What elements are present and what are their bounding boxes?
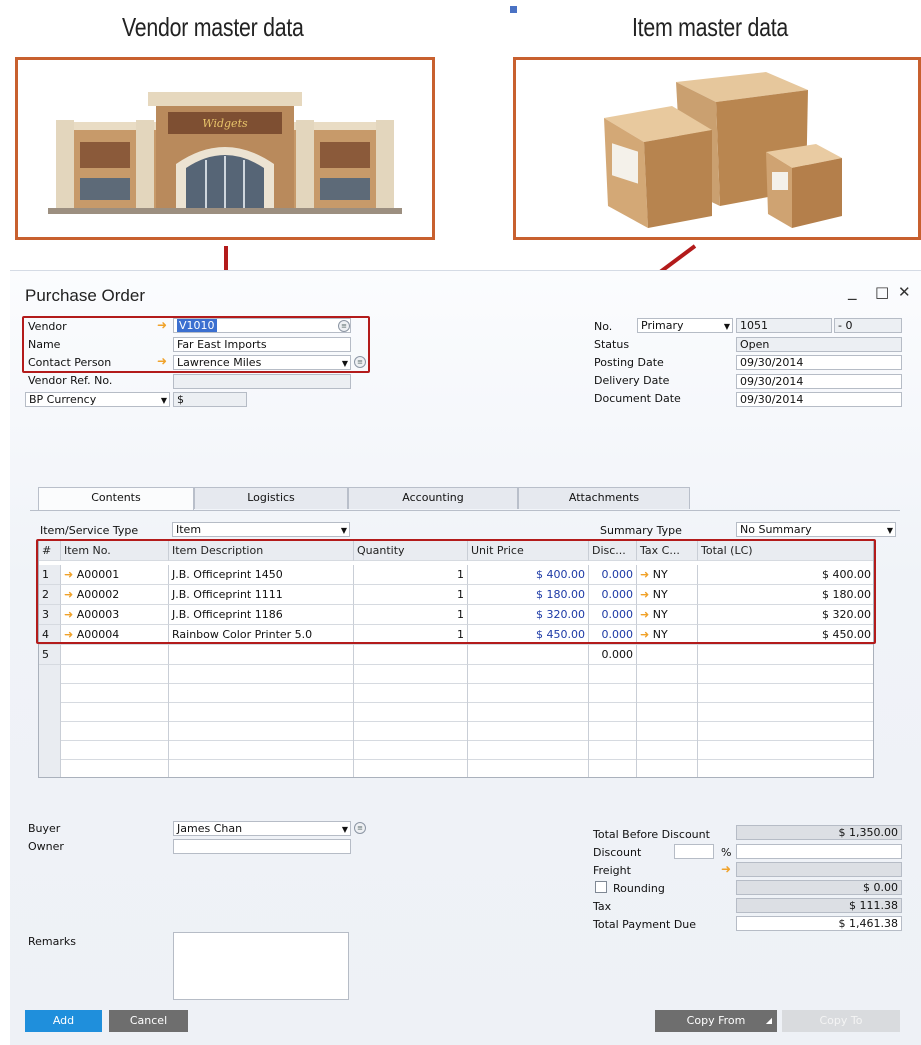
tax-label: Tax [593, 900, 612, 913]
doc-number-label: No. [594, 320, 613, 333]
column-divider [636, 665, 637, 777]
discount-label: Discount [593, 846, 642, 859]
buyer-label: Buyer [28, 822, 61, 835]
column-divider [353, 665, 354, 777]
total-before-discount-label: Total Before Discount [593, 828, 710, 841]
series-select[interactable]: Primary ▼ [637, 318, 733, 333]
column-divider [467, 665, 468, 777]
item-service-type-value: Item [176, 523, 202, 536]
status-label: Status [594, 338, 630, 351]
add-button[interactable]: Add [25, 1010, 102, 1032]
rounding-field: $ 0.00 [736, 880, 902, 895]
total-payment-due-label: Total Payment Due [593, 918, 697, 931]
discount-percent-field[interactable] [674, 844, 714, 859]
items-highlight-box [36, 539, 876, 644]
cardboard-boxes-illustration [516, 60, 918, 237]
rounding-checkbox[interactable] [595, 881, 607, 893]
store-building-illustration: Widgets [18, 60, 432, 237]
remarks-label: Remarks [28, 935, 76, 948]
minimize-icon[interactable]: _ [848, 281, 857, 301]
vendor-ref-label: Vendor Ref. No. [28, 374, 113, 387]
vendor-store-image: Widgets [15, 57, 435, 240]
tab-accounting[interactable]: Accounting [348, 487, 518, 509]
freight-label: Freight [593, 864, 631, 877]
tax-field: $ 111.38 [736, 898, 902, 913]
total-payment-due-field: $ 1,461.38 [736, 916, 902, 931]
posting-date-field[interactable]: 09/30/2014 [736, 355, 902, 370]
chevron-down-icon: ◢ [765, 1016, 772, 1025]
document-date-label: Document Date [594, 392, 681, 405]
tab-logistics[interactable]: Logistics [194, 487, 348, 509]
delivery-date-label: Delivery Date [594, 374, 670, 387]
tab-contents[interactable]: Contents [38, 487, 194, 511]
column-divider [697, 665, 698, 777]
currency-type-select[interactable]: BP Currency ▼ [25, 392, 170, 407]
column-divider [168, 665, 169, 777]
window-title: Purchase Order [25, 286, 145, 305]
item-service-type-select[interactable]: Item ▼ [172, 522, 350, 537]
vendor-highlight-box [22, 316, 370, 373]
item-number-cell[interactable] [61, 645, 169, 665]
total-before-discount-field: $ 1,350.00 [736, 825, 902, 840]
delivery-date-field[interactable]: 09/30/2014 [736, 374, 902, 389]
copy-from-label: Copy From [686, 1014, 746, 1027]
cancel-button[interactable]: Cancel [109, 1010, 188, 1032]
copy-from-button[interactable]: Copy From ◢ [655, 1010, 777, 1032]
buyer-info-icon[interactable]: ≡ [354, 822, 366, 834]
rounding-label: Rounding [613, 882, 665, 895]
document-date-field[interactable]: 09/30/2014 [736, 392, 902, 407]
chevron-down-icon: ▼ [886, 526, 893, 535]
total-cell[interactable] [698, 645, 873, 665]
empty-row-number-strip [39, 665, 61, 777]
column-divider [588, 665, 589, 777]
chevron-down-icon: ▼ [160, 396, 167, 405]
owner-field[interactable] [173, 839, 351, 854]
tab-attachments[interactable]: Attachments [518, 487, 690, 509]
vendor-ref-field[interactable] [173, 374, 351, 389]
doc-number-suffix-field[interactable]: - 0 [834, 318, 902, 333]
freight-link-arrow-icon[interactable]: ➜ [721, 863, 731, 875]
item-boxes-image [513, 57, 921, 240]
item-description-cell[interactable] [169, 645, 354, 665]
summary-type-select[interactable]: No Summary ▼ [736, 522, 896, 537]
copy-to-button[interactable]: Copy To [782, 1010, 900, 1032]
summary-type-label: Summary Type [600, 524, 682, 537]
status-field: Open [736, 337, 902, 352]
tax-code-cell[interactable] [637, 645, 698, 665]
tab-divider [30, 510, 900, 511]
bullet-marker [510, 6, 517, 13]
discount-cell[interactable]: 0.000 [589, 645, 637, 665]
close-icon[interactable]: ✕ [898, 283, 911, 301]
quantity-cell[interactable] [354, 645, 468, 665]
store-sign-text: Widgets [202, 117, 248, 130]
discount-amount-field[interactable] [736, 844, 902, 859]
item-service-type-label: Item/Service Type [40, 524, 139, 537]
percent-sign: % [721, 846, 732, 859]
row-number[interactable]: 5 [39, 645, 61, 665]
currency-type-value: BP Currency [29, 393, 97, 406]
unit-price-cell[interactable] [468, 645, 589, 665]
doc-number-field[interactable]: 1051 [736, 318, 832, 333]
owner-label: Owner [28, 840, 64, 853]
item-master-title: Item master data [632, 12, 789, 42]
currency-field[interactable]: $ [173, 392, 247, 407]
buyer-select[interactable]: James Chan ▼ [173, 821, 351, 836]
vendor-master-title: Vendor master data [122, 12, 304, 42]
empty-rows-area [39, 665, 873, 777]
chevron-down-icon: ▼ [723, 322, 730, 331]
chevron-down-icon: ▼ [341, 825, 348, 834]
summary-type-value: No Summary [740, 523, 812, 536]
posting-date-label: Posting Date [594, 356, 664, 369]
freight-field [736, 862, 902, 877]
maximize-icon[interactable]: □ [875, 283, 889, 301]
chevron-down-icon: ▼ [340, 526, 347, 535]
buyer-value: James Chan [177, 822, 243, 835]
remarks-textarea[interactable] [173, 932, 349, 1000]
series-value: Primary [641, 319, 684, 332]
